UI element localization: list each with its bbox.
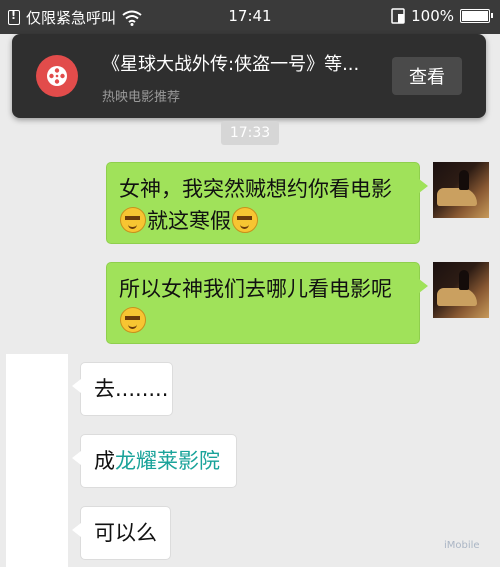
message-text: 去........ xyxy=(94,377,169,401)
chat-timestamp: 17:33 xyxy=(221,121,279,145)
message-text: 就这寒假 xyxy=(147,209,231,233)
view-button[interactable]: 查看 xyxy=(392,57,462,95)
screen-icon xyxy=(391,8,405,24)
avatar-figure xyxy=(459,270,469,290)
avatar-car xyxy=(437,188,477,206)
smirk-emoji-icon xyxy=(120,207,146,233)
battery-icon xyxy=(460,9,493,23)
avatar-figure xyxy=(459,170,469,190)
message-text: 成 xyxy=(94,449,115,473)
contact-avatar-area xyxy=(6,354,68,567)
smirk-emoji-icon xyxy=(120,307,146,333)
battery-percent: 100% xyxy=(411,7,454,25)
message-bubble-incoming[interactable]: 可以么 xyxy=(72,506,171,560)
smirk-emoji-icon xyxy=(232,207,258,233)
message-text: 女神，我突然贼想约你看电影 xyxy=(119,177,392,201)
notification-card[interactable]: 《星球大战外传:侠盗一号》等... 热映电影推荐 查看 xyxy=(12,34,486,118)
my-avatar[interactable] xyxy=(433,162,489,218)
avatar-car xyxy=(437,288,477,306)
movie-reel-icon xyxy=(36,55,78,97)
my-avatar[interactable] xyxy=(433,262,489,318)
status-bar: 仅限紧急呼叫 17:41 100% xyxy=(0,0,500,34)
message-text-line2: 就这寒假 xyxy=(119,205,407,237)
status-right: 100% xyxy=(391,7,493,25)
notification-subtitle: 热映电影推荐 xyxy=(102,90,181,105)
message-text: 可以么 xyxy=(94,521,157,545)
message-text-line2 xyxy=(119,305,407,337)
battery-fill xyxy=(462,11,488,21)
message-text: 所以女神我们去哪儿看电影呢 xyxy=(119,277,392,301)
message-bubble-incoming[interactable]: 去........ xyxy=(72,362,173,416)
watermark: iMobile xyxy=(444,540,480,551)
cinema-link[interactable]: 龙耀莱影院 xyxy=(115,449,220,473)
message-bubble-outgoing[interactable]: 女神，我突然贼想约你看电影 就这寒假 xyxy=(106,162,428,244)
message-bubble-incoming[interactable]: 成龙耀莱影院 xyxy=(72,434,237,488)
notification-title: 《星球大战外传:侠盗一号》等... xyxy=(102,54,360,75)
message-bubble-outgoing[interactable]: 所以女神我们去哪儿看电影呢 xyxy=(106,262,428,344)
